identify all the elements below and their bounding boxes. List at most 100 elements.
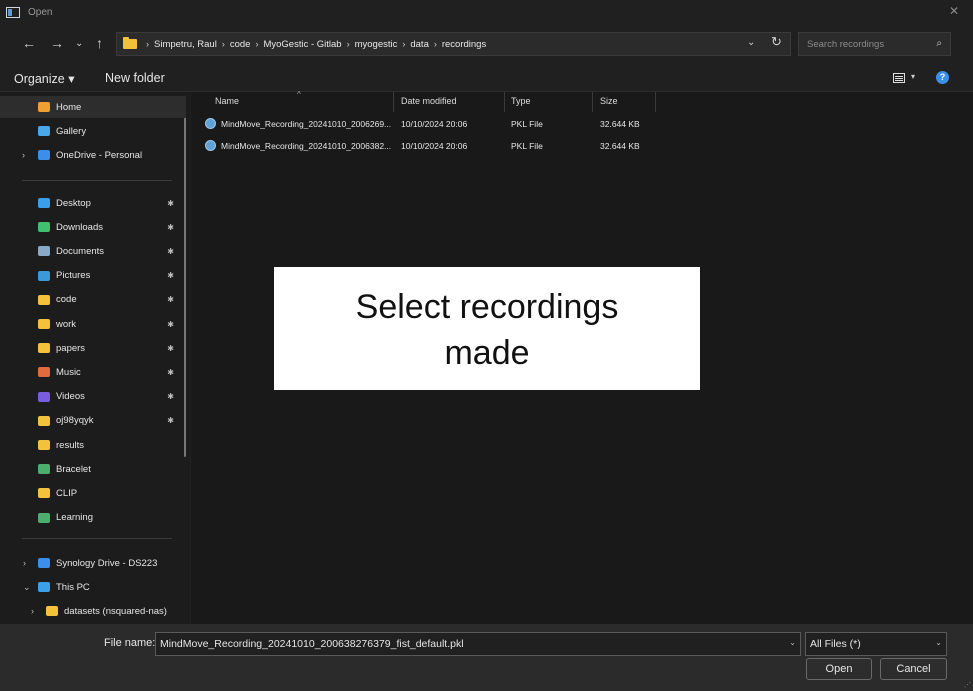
sidebar-divider [22,538,172,539]
pin-icon: ✱ [167,246,174,256]
file-type: PKL File [511,141,543,151]
expand-chevron-icon[interactable]: › [31,606,34,616]
file-size: 32.644 KB [600,141,640,151]
file-date: 10/10/2024 20:06 [401,141,468,151]
address-history-chevron-icon[interactable]: ⌄ [747,37,755,48]
pin-icon: ✱ [167,198,174,208]
breadcrumb-separator[interactable]: › [434,39,437,49]
expand-chevron-icon[interactable]: › [22,150,25,160]
forward-arrow-icon[interactable]: → [50,35,64,51]
new-folder-button[interactable]: New folder [105,71,165,85]
sidebar-item-home[interactable]: Home [0,96,186,118]
close-icon[interactable]: ✕ [949,4,959,18]
sidebar-item-gallery[interactable]: Gallery [0,120,186,142]
sidebar-item-label: Documents [56,245,105,257]
title-bar: Open ✕ [0,0,973,24]
file-type-select[interactable]: All Files (*) ⌄ [805,632,947,656]
breadcrumb-item[interactable]: myogestic [355,39,398,50]
breadcrumb-item[interactable]: Simpetru, Raul [154,39,217,50]
sidebar-item-label: datasets (nsquared-nas) [64,605,167,617]
pkl-file-icon [205,118,216,129]
breadcrumb-separator: › [146,39,149,49]
file-row[interactable]: MindMove_Recording_20241010_2006382... 10… [205,138,665,156]
file-type-value: All Files (*) [810,638,861,650]
column-divider[interactable] [393,92,394,112]
column-header-type[interactable]: Type [511,96,531,114]
breadcrumb-item[interactable]: recordings [442,39,486,50]
help-icon[interactable]: ? [936,71,949,84]
sidebar-item-label: Learning [56,512,93,524]
sidebar-item-synology-drive-ds223[interactable]: › Synology Drive - DS223 [0,552,186,574]
sidebar-item-datasets-nsquared-nas[interactable]: › datasets (nsquared-nas) [0,600,186,622]
callout-line-2: made [444,334,530,372]
command-bar: Organize ▾ New folder ▾ ? [0,66,973,92]
folder-icon [123,37,137,49]
up-arrow-icon[interactable]: ↑ [96,35,103,51]
breadcrumb-item[interactable]: MyoGestic - Gitlab [263,39,341,50]
pin-icon: ✱ [167,319,174,329]
videos-icon [38,391,50,402]
download-icon [38,222,50,233]
sidebar-item-this-pc[interactable]: ⌄ This PC [0,576,186,598]
file-name-label: File name: [104,637,156,649]
sidebar-item-bracelet[interactable]: Bracelet [0,458,186,480]
sidebar-item-code[interactable]: code ✱ [0,289,186,311]
refresh-icon[interactable]: ↻ [771,34,782,50]
sidebar-item-music[interactable]: Music ✱ [0,361,186,383]
view-options-icon[interactable] [893,73,905,83]
sidebar-item-clip[interactable]: CLIP [0,482,186,504]
column-divider[interactable] [504,92,505,112]
sidebar-item-papers[interactable]: papers ✱ [0,337,186,359]
sidebar-item-desktop[interactable]: Desktop ✱ [0,192,186,214]
column-header-date-modified[interactable]: Date modified [401,96,457,114]
sidebar-item-label: CLIP [56,487,78,499]
sidebar-item-oj98yqyk[interactable]: oj98yqyk ✱ [0,410,186,432]
file-row[interactable]: MindMove_Recording_20241010_2006269... 10… [205,116,665,134]
expand-chevron-icon[interactable]: › [23,558,26,568]
recent-locations-chevron-icon[interactable]: ⌄ [75,38,83,49]
sidebar-item-onedrive-personal[interactable]: › OneDrive - Personal [0,144,186,166]
sidebar-item-label: papers [56,342,86,354]
breadcrumb-item[interactable]: data [410,39,429,50]
folder-icon [38,343,50,354]
column-divider[interactable] [655,92,656,112]
sidebar-item-results[interactable]: results [0,434,186,456]
expand-chevron-icon[interactable]: ⌄ [23,582,31,593]
file-name-value: MindMove_Recording_20241010_200638276379… [160,638,464,650]
sidebar-item-work[interactable]: work ✱ [0,313,186,335]
organize-button[interactable]: Organize ▾ [14,71,74,86]
pin-icon: ✱ [167,222,174,232]
address-bar[interactable]: › Simpetru, Raul › code › MyoGestic - Gitlab… [116,32,791,56]
file-name-dropdown-chevron-icon[interactable]: ⌄ [789,638,796,647]
column-header-name[interactable]: Name [215,96,239,114]
sidebar-item-pictures[interactable]: Pictures ✱ [0,265,186,287]
search-input[interactable]: Search recordings ⌕ [798,32,951,56]
callout-line-1: Select recordings [355,288,619,326]
cloud-icon [38,150,50,161]
column-header-size[interactable]: Size [600,96,618,114]
pin-icon: ✱ [167,367,174,377]
breadcrumb-item[interactable]: code [230,39,251,50]
file-name-input[interactable]: MindMove_Recording_20241010_200638276379… [155,632,801,656]
sidebar-item-videos[interactable]: Videos ✱ [0,386,186,408]
cancel-button[interactable]: Cancel [880,658,947,680]
sidebar-item-label: oj98yqyk [56,415,94,427]
sidebar-item-downloads[interactable]: Downloads ✱ [0,216,186,238]
folder-icon [38,440,50,450]
home-icon [38,102,50,112]
pin-icon: ✱ [167,343,174,353]
open-button[interactable]: Open [806,658,872,680]
sidebar-item-learning[interactable]: Learning [0,507,186,529]
breadcrumb-separator[interactable]: › [402,39,405,49]
sidebar-item-label: Videos [56,391,85,403]
navigation-row: ← → ⌄ ↑ › Simpetru, Raul › code › MyoGestic … [0,30,973,58]
resize-grip-icon[interactable]: ⋰ [964,681,971,689]
view-options-chevron-icon[interactable]: ▾ [911,72,915,81]
column-divider[interactable] [592,92,593,112]
breadcrumb-separator[interactable]: › [222,39,225,49]
back-arrow-icon[interactable]: ← [22,35,36,51]
breadcrumb-separator[interactable]: › [347,39,350,49]
pin-icon: ✱ [167,392,174,402]
breadcrumb-separator[interactable]: › [255,39,258,49]
sidebar-item-documents[interactable]: Documents ✱ [0,240,186,262]
